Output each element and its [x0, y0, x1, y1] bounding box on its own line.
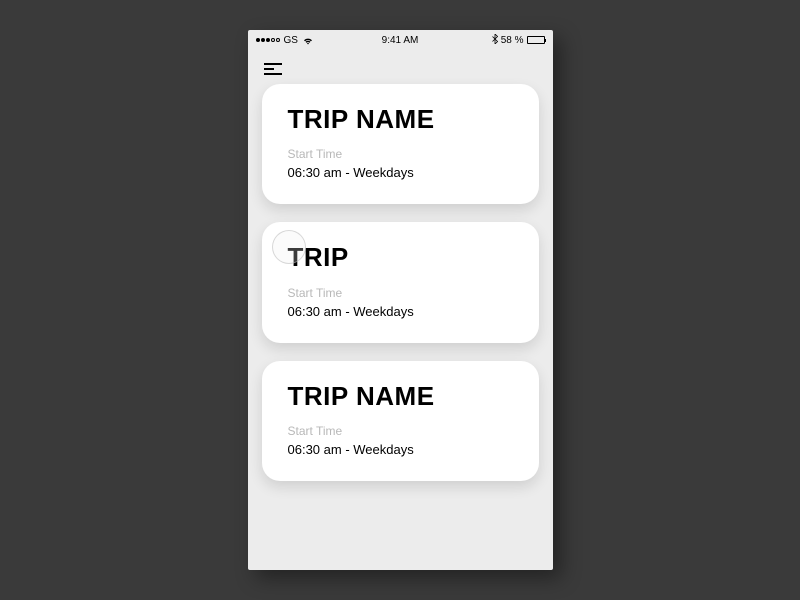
trip-start-value: 06:30 am - Weekdays	[288, 165, 513, 180]
status-right: 58 %	[492, 34, 545, 47]
phone-screen: GS 9:41 AM 58 %	[248, 30, 553, 570]
carrier-label: GS	[284, 35, 298, 46]
trip-list[interactable]: TRIP NAME Start Time 06:30 am - Weekdays…	[248, 84, 553, 481]
trip-title: TRIP NAME	[288, 383, 513, 410]
battery-icon	[527, 36, 545, 44]
header	[248, 50, 553, 84]
trip-title: TRIP NAME	[288, 106, 513, 133]
trip-card[interactable]: TRIP NAME Start Time 06:30 am - Weekdays	[262, 84, 539, 204]
trip-start-label: Start Time	[288, 147, 513, 161]
trip-start-value: 06:30 am - Weekdays	[288, 442, 513, 457]
menu-icon[interactable]	[264, 62, 284, 76]
status-bar: GS 9:41 AM 58 %	[248, 30, 553, 50]
trip-title: TRIP	[288, 244, 513, 271]
signal-dots-icon	[256, 38, 280, 42]
trip-start-label: Start Time	[288, 286, 513, 300]
trip-start-label: Start Time	[288, 424, 513, 438]
wifi-icon	[302, 36, 314, 45]
status-time: 9:41 AM	[382, 35, 419, 46]
trip-card[interactable]: TRIP NAME Start Time 06:30 am - Weekdays	[262, 361, 539, 481]
battery-percent: 58 %	[501, 35, 524, 46]
trip-start-value: 06:30 am - Weekdays	[288, 304, 513, 319]
bluetooth-icon	[492, 34, 498, 47]
trip-card[interactable]: TRIP Start Time 06:30 am - Weekdays	[262, 222, 539, 342]
status-left: GS	[256, 35, 314, 46]
